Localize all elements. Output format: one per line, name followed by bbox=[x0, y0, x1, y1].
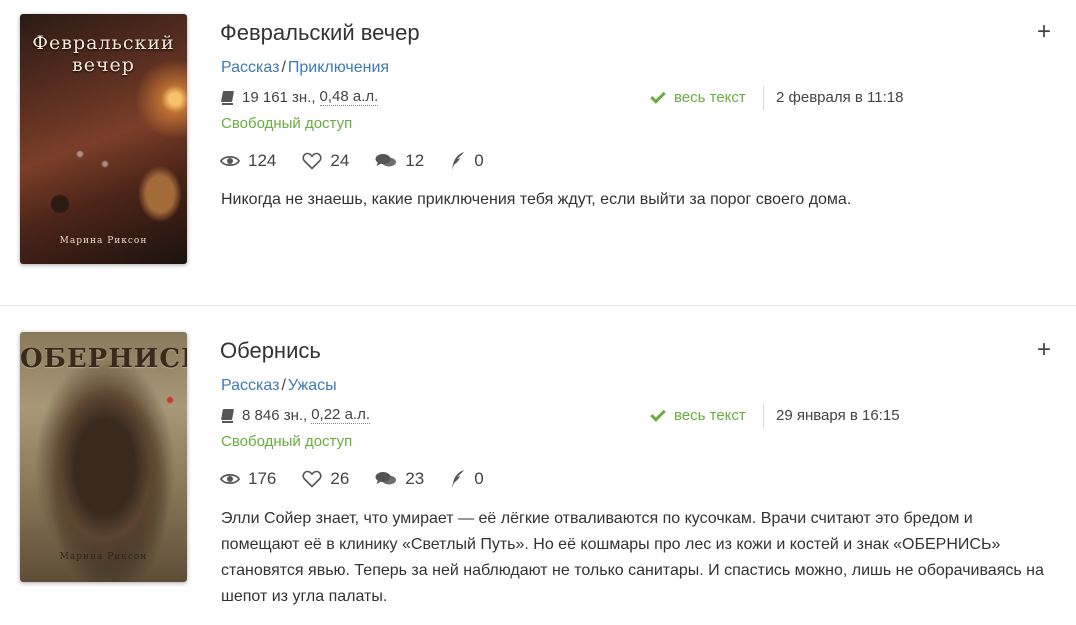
fulltext-status: весь текст bbox=[650, 405, 746, 424]
publish-date: 29 января в 16:15 bbox=[776, 407, 900, 424]
author-sheets[interactable]: 0,22 а.л. bbox=[311, 406, 370, 424]
stats-row: 176 26 23 0 bbox=[220, 469, 510, 489]
book-cover[interactable]: ОБЕРНИСЬ Марина Риксон bbox=[20, 332, 187, 582]
subgenre-link[interactable]: Ужасы bbox=[288, 377, 337, 394]
likes-stat[interactable]: 26 bbox=[302, 469, 349, 489]
book-card: Февральский вечер Марина Риксон Февральс… bbox=[0, 0, 1076, 305]
comments-icon[interactable] bbox=[375, 153, 397, 169]
rewards-count: 0 bbox=[474, 469, 484, 488]
likes-count: 26 bbox=[330, 469, 350, 488]
access-status: Свободный доступ bbox=[221, 115, 353, 132]
comments-stat[interactable]: 23 bbox=[375, 469, 424, 489]
divider bbox=[763, 86, 764, 110]
plus-icon[interactable]: + bbox=[1034, 20, 1054, 44]
quill-icon[interactable] bbox=[450, 151, 466, 171]
book-title[interactable]: Обернись bbox=[220, 338, 321, 364]
author-sheets[interactable]: 0,48 а.л. bbox=[319, 88, 379, 106]
heart-icon[interactable] bbox=[302, 152, 322, 170]
stats-row: 124 24 12 0 bbox=[220, 151, 510, 171]
book-icon bbox=[221, 409, 235, 423]
cover-title: ОБЕРНИСЬ bbox=[20, 344, 187, 374]
likes-stat[interactable]: 24 bbox=[302, 151, 349, 171]
subgenre-link[interactable]: Приключения bbox=[288, 59, 389, 76]
comments-icon[interactable] bbox=[375, 471, 397, 487]
quill-icon[interactable] bbox=[450, 469, 466, 489]
genre-link[interactable]: Рассказ bbox=[221, 377, 279, 394]
genre-separator: / bbox=[281, 377, 286, 394]
views-stat: 124 bbox=[220, 151, 276, 171]
rewards-stat[interactable]: 0 bbox=[450, 151, 484, 171]
fulltext-label: весь текст bbox=[674, 89, 746, 106]
publish-date: 2 февраля в 11:18 bbox=[776, 89, 904, 106]
fulltext-label: весь текст bbox=[674, 407, 746, 424]
divider bbox=[763, 404, 764, 428]
comments-count: 23 bbox=[405, 469, 425, 488]
book-description: Элли Сойер знает, что умирает — её лёгки… bbox=[221, 510, 1044, 605]
views-stat: 176 bbox=[220, 469, 276, 489]
eye-icon bbox=[220, 473, 240, 485]
size-info: 19 161 зн., 0,48 а.л. bbox=[221, 88, 379, 106]
book-title[interactable]: Февральский вечер bbox=[220, 20, 420, 46]
book-description: Никогда не знаешь, какие приключения теб… bbox=[221, 191, 852, 208]
access-status: Свободный доступ bbox=[221, 433, 353, 450]
genre-separator: / bbox=[281, 59, 286, 76]
comments-stat[interactable]: 12 bbox=[375, 151, 424, 171]
likes-count: 24 bbox=[330, 151, 350, 170]
cover-author: Марина Риксон bbox=[59, 552, 148, 562]
comments-count: 12 bbox=[405, 151, 425, 170]
views-count: 176 bbox=[248, 469, 277, 488]
cover-title: Февральский вечер bbox=[32, 32, 175, 76]
plus-icon[interactable]: + bbox=[1034, 338, 1054, 362]
rewards-stat[interactable]: 0 bbox=[450, 469, 484, 489]
book-icon bbox=[221, 91, 235, 105]
book-cover[interactable]: Февральский вечер Марина Риксон bbox=[20, 14, 187, 264]
char-count: 19 161 зн., bbox=[242, 88, 316, 106]
heart-icon[interactable] bbox=[302, 470, 322, 488]
size-info: 8 846 зн., 0,22 а.л. bbox=[221, 406, 370, 424]
views-count: 124 bbox=[248, 151, 277, 170]
check-icon bbox=[650, 405, 666, 422]
eye-icon bbox=[220, 155, 240, 167]
genre-link[interactable]: Рассказ bbox=[221, 59, 279, 76]
cover-author: Марина Риксон bbox=[59, 236, 148, 246]
char-count: 8 846 зн., bbox=[242, 406, 308, 424]
genres: Рассказ / Приключения bbox=[221, 59, 389, 77]
check-icon bbox=[650, 87, 666, 104]
book-card: ОБЕРНИСЬ Марина Риксон Обернись + Расска… bbox=[0, 305, 1076, 625]
rewards-count: 0 bbox=[474, 151, 484, 170]
fulltext-status: весь текст bbox=[650, 87, 746, 106]
genres: Рассказ / Ужасы bbox=[221, 377, 337, 395]
